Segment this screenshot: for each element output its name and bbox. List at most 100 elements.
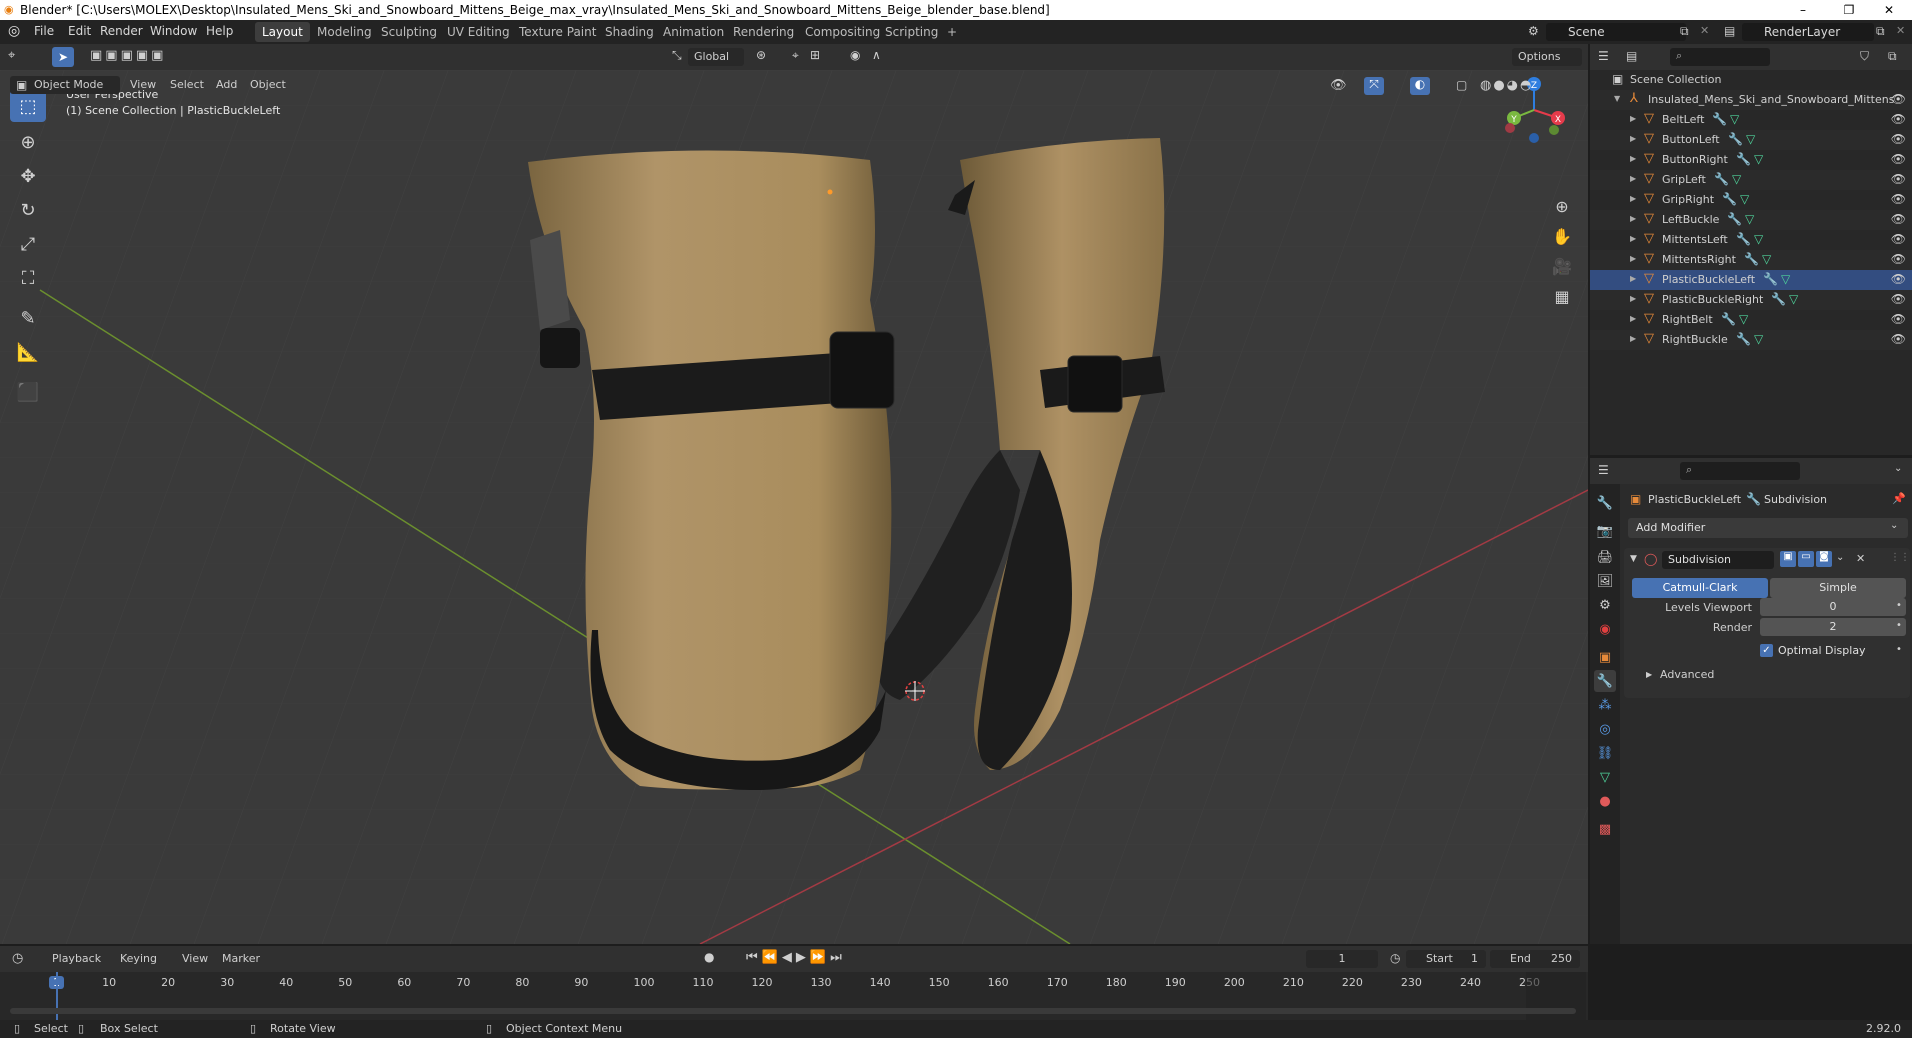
edit-mode-toggle-icon[interactable]: ▣ (1780, 551, 1796, 567)
outliner-object-row[interactable]: ▶ ▽ ButtonRight 🔧 ▽ 👁 (1590, 150, 1912, 170)
timeline-scrollbar[interactable] (10, 1008, 1576, 1014)
shading-mode-icons[interactable]: ◍●◕◓ (1480, 78, 1533, 93)
keyframe-dot-icon[interactable]: • (1896, 600, 1902, 611)
scene-selector[interactable]: Scene (1546, 23, 1686, 41)
modifier-wrench-icon[interactable]: 🔧 (1771, 292, 1786, 306)
annotate-tool-icon[interactable]: ✎ (10, 302, 46, 334)
tab-uv-editing[interactable]: UV Editing (440, 22, 517, 42)
mesh-data-icon[interactable]: ▽ (1745, 212, 1754, 226)
simple-button[interactable]: Simple (1770, 578, 1906, 598)
outliner-object-row[interactable]: ▶ ▽ PlasticBuckleLeft 🔧 ▽ 👁 (1590, 270, 1912, 290)
outliner-object-row[interactable]: ▶ ▽ RightBuckle 🔧 ▽ 👁 (1590, 330, 1912, 350)
viewport-display-toggle-icon[interactable]: ▭ (1798, 551, 1814, 567)
keyframe-dot-icon[interactable]: • (1896, 620, 1902, 631)
tab-rendering[interactable]: Rendering (726, 22, 801, 42)
scene-icon[interactable]: ⚙ (1528, 24, 1539, 38)
pan-hand-icon[interactable]: ✋ (1548, 222, 1576, 250)
menu-file[interactable]: File (34, 24, 54, 38)
collapse-arrow-icon[interactable]: ▼ (1630, 554, 1637, 564)
scale-tool-icon[interactable]: ⤢ (10, 228, 46, 260)
outliner-scene-collection-row[interactable]: ▣ Scene Collection (1590, 70, 1912, 90)
tool-tab-icon[interactable]: 🔧 (1594, 492, 1616, 514)
menu-view[interactable]: View (130, 76, 156, 94)
blender-menu-icon[interactable]: ◎ (8, 23, 20, 39)
expand-arrow-icon[interactable]: ▶ (1630, 174, 1636, 183)
material-tab-icon[interactable]: ● (1594, 790, 1616, 812)
close-window-button[interactable]: ✕ (1866, 0, 1912, 20)
optimal-display-checkbox[interactable]: ✓ (1760, 644, 1773, 657)
outliner-object-row[interactable]: ▶ ▽ GripLeft 🔧 ▽ 👁 (1590, 170, 1912, 190)
filter-icon[interactable]: ⛉ (1860, 49, 1869, 64)
playback-controls-icons[interactable]: ⏮⏪◀▶⏩⏭ (746, 950, 846, 965)
end-frame-field[interactable]: End 250 (1490, 950, 1580, 968)
tab-sculpting[interactable]: Sculpting (374, 22, 444, 42)
outliner-object-row[interactable]: ▶ ▽ MittentsLeft 🔧 ▽ 👁 (1590, 230, 1912, 250)
expand-arrow-icon[interactable]: ▶ (1630, 254, 1636, 263)
visibility-eye-icon[interactable]: 👁 (1891, 212, 1906, 226)
falloff-icon[interactable]: ∧ (872, 48, 881, 62)
drag-handle-icon[interactable]: ⋮⋮ (1890, 552, 1910, 563)
outliner-search-input[interactable] (1670, 48, 1770, 66)
clock-icon[interactable]: ◷ (1390, 951, 1400, 965)
modifier-wrench-icon[interactable]: 🔧 (1714, 172, 1729, 186)
visibility-eye-icon[interactable]: 👁 (1891, 272, 1906, 286)
menu-edit[interactable]: Edit (68, 24, 91, 38)
visibility-eye-icon[interactable]: 👁 (1891, 292, 1906, 306)
pin-icon[interactable]: 📌 (1892, 492, 1906, 505)
gizmo-toggle-icon[interactable]: ⤧ (1364, 77, 1384, 95)
timeline-editor-icon[interactable]: ◷ (12, 951, 23, 966)
gizmo-neg-y-ball[interactable] (1549, 125, 1559, 135)
modifier-wrench-icon[interactable]: 🔧 (1722, 192, 1737, 206)
constraints-tab-icon[interactable]: ⛓ (1594, 742, 1616, 764)
expand-arrow-icon[interactable]: ▶ (1630, 234, 1636, 243)
mesh-data-icon[interactable]: ▽ (1730, 112, 1739, 126)
levels-viewport-field[interactable]: 0 (1760, 598, 1906, 616)
keyframe-dot-icon[interactable]: • (1896, 644, 1902, 655)
data-tab-icon[interactable]: ▽ (1594, 766, 1616, 788)
modifier-tab-icon[interactable]: 🔧 (1594, 670, 1616, 692)
outliner-object-row[interactable]: ▶ ▽ MittentsRight 🔧 ▽ 👁 (1590, 250, 1912, 270)
minimize-button[interactable]: – (1780, 0, 1826, 20)
menu-timeline-view[interactable]: View (182, 950, 208, 968)
menu-object[interactable]: Object (250, 76, 286, 94)
pivot-point-icon[interactable]: ⊛ (756, 48, 766, 62)
snap-target-icon[interactable]: ⊞ (810, 48, 820, 62)
modifier-menu-chevron-icon[interactable]: ⌄ (1836, 552, 1844, 563)
proportional-edit-icon[interactable]: ◉ (850, 48, 860, 62)
new-collection-icon[interactable]: ⧉ (1888, 49, 1897, 64)
expand-arrow-icon[interactable]: ▶ (1630, 114, 1636, 123)
xray-icon[interactable]: ▢ (1456, 78, 1467, 92)
expand-arrow-icon[interactable]: ▶ (1646, 670, 1652, 679)
snap-icon[interactable]: ⌖ (792, 48, 799, 63)
visibility-eye-icon[interactable]: 👁 (1891, 172, 1906, 186)
3d-viewport[interactable]: Z X Y User Perspective (1) Scene Collect… (0, 70, 1588, 944)
menu-render[interactable]: Render (100, 24, 143, 38)
object-tab-icon[interactable]: ▣ (1594, 646, 1616, 668)
mesh-data-icon[interactable]: ▽ (1762, 252, 1771, 266)
mesh-data-icon[interactable]: ▽ (1789, 292, 1798, 306)
visibility-eye-icon[interactable]: 👁 (1891, 232, 1906, 246)
add-workspace-button[interactable]: + (940, 22, 964, 42)
outliner-collection-row[interactable]: ▼ ⅄ Insulated_Mens_Ski_and_Snowboard_Mit… (1590, 90, 1912, 110)
mesh-data-icon[interactable]: ▽ (1754, 232, 1763, 246)
visibility-eye-icon[interactable]: 👁 (1891, 112, 1906, 126)
texture-tab-icon[interactable]: ▩ (1594, 818, 1616, 840)
menu-select[interactable]: Select (170, 76, 204, 94)
measure-tool-icon[interactable]: 📐 (10, 336, 46, 368)
tab-compositing[interactable]: Compositing (798, 22, 887, 42)
modifier-wrench-icon[interactable]: 🔧 (1736, 332, 1751, 346)
outliner-object-row[interactable]: ▶ ▽ RightBelt 🔧 ▽ 👁 (1590, 310, 1912, 330)
display-mode-icon[interactable]: ▤ (1626, 49, 1637, 63)
outliner-object-row[interactable]: ▶ ▽ ButtonLeft 🔧 ▽ 👁 (1590, 130, 1912, 150)
modifier-wrench-icon[interactable]: 🔧 (1736, 152, 1751, 166)
menu-add[interactable]: Add (216, 76, 237, 94)
rotate-tool-icon[interactable]: ↻ (10, 194, 46, 226)
add-cube-tool-icon[interactable]: ⬛ (10, 376, 46, 408)
chevron-down-icon[interactable]: ⌄ (1894, 463, 1902, 474)
record-icon[interactable]: ● (704, 950, 714, 964)
expand-arrow-icon[interactable]: ▶ (1630, 274, 1636, 283)
visibility-eye-icon[interactable]: 👁 (1891, 252, 1906, 266)
outliner-editor-icon[interactable]: ☰ (1598, 49, 1609, 63)
render-toggle-icon[interactable]: ◙ (1816, 551, 1832, 567)
modifier-wrench-icon[interactable]: 🔧 (1721, 312, 1736, 326)
